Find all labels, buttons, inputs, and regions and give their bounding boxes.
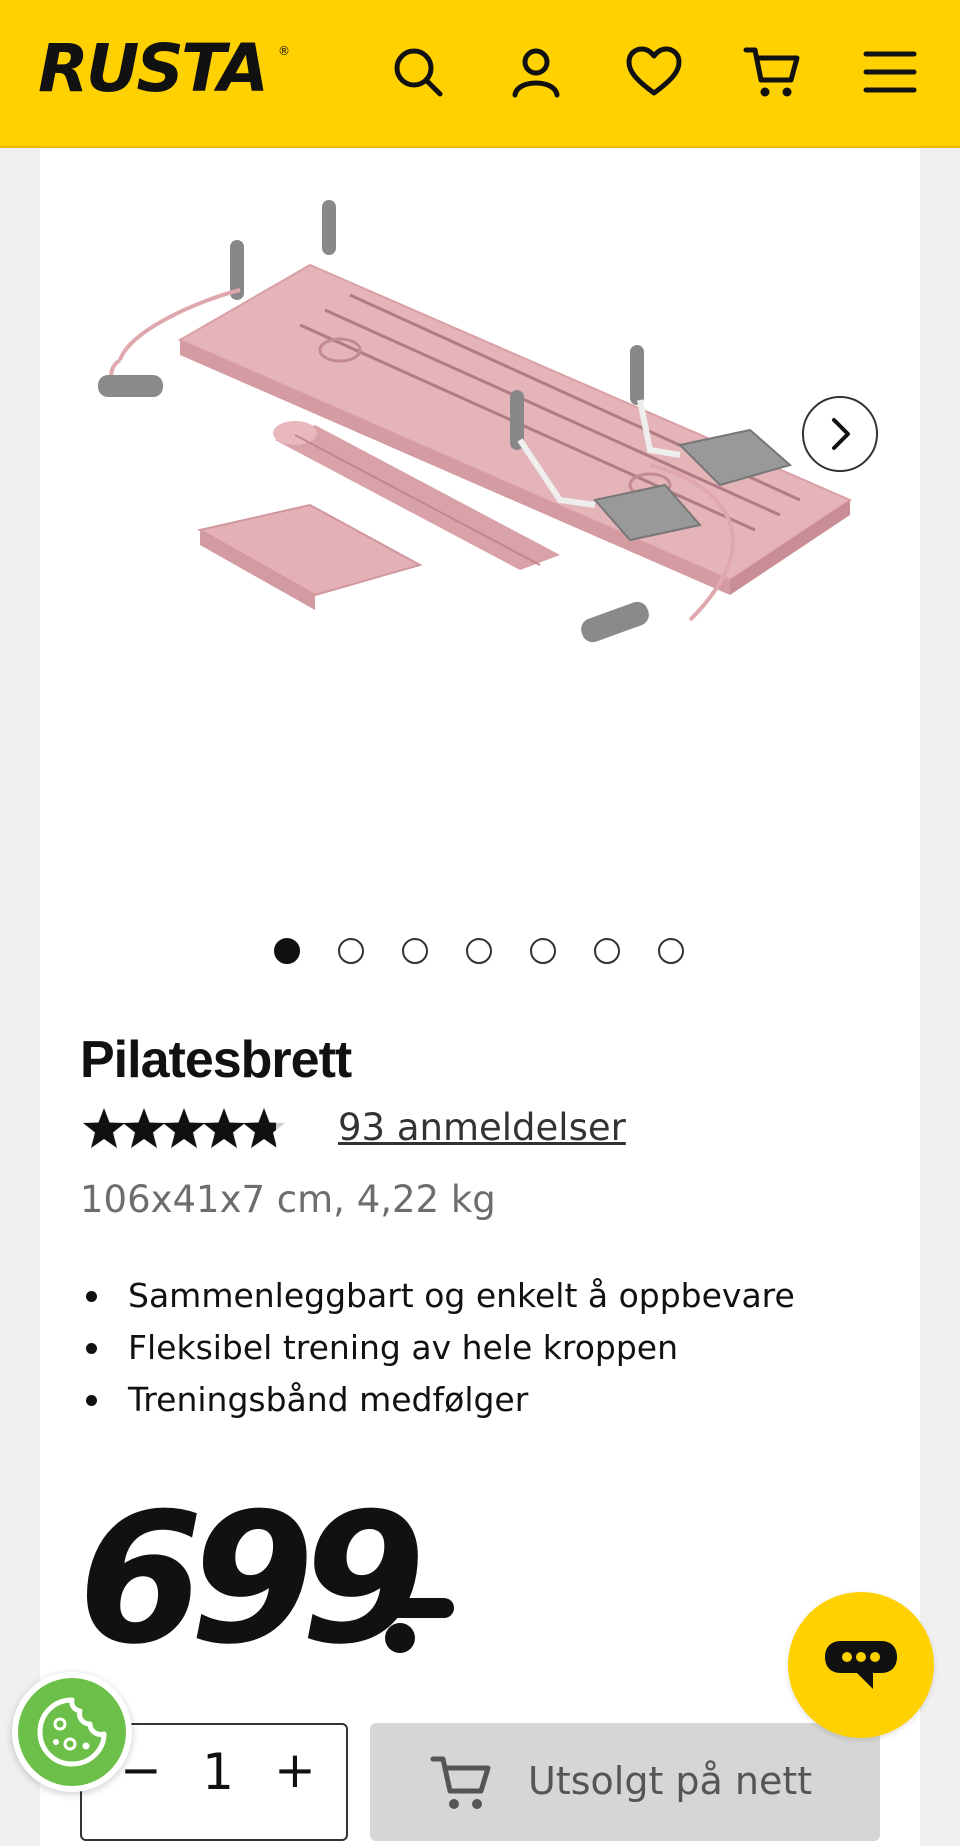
quantity-value[interactable]: 1: [200, 1747, 236, 1797]
gallery-dot[interactable]: [530, 938, 556, 964]
cookie-icon: [37, 1697, 107, 1767]
cart-icon: [430, 1756, 491, 1809]
add-to-cart-label: Utsolgt på nett: [528, 1759, 813, 1803]
feature-item: Fleksibel trening av hele kroppen: [80, 1322, 795, 1374]
feature-list: Sammenleggbart og enkelt å oppbevare Fle…: [80, 1270, 795, 1426]
gallery-dot[interactable]: [274, 938, 300, 964]
gallery-dot[interactable]: [338, 938, 364, 964]
rusta-logo[interactable]: RUSTA: [38, 36, 269, 102]
gallery-dot[interactable]: [658, 938, 684, 964]
add-to-cart-button[interactable]: Utsolgt på nett: [370, 1723, 880, 1841]
product-image[interactable]: [90, 200, 890, 730]
reviews-link[interactable]: 93 anmeldelser: [338, 1106, 626, 1149]
gallery-dot[interactable]: [594, 938, 620, 964]
product-title: Pilatesbrett: [80, 1031, 352, 1089]
gallery-next-button[interactable]: [802, 396, 878, 472]
gallery-dot[interactable]: [466, 938, 492, 964]
rating-stars: [83, 1108, 285, 1148]
chevron-right-icon: [832, 418, 850, 450]
registered-mark: ®: [278, 44, 290, 58]
cart-icon[interactable]: [740, 40, 804, 104]
product-specs: 106x41x7 cm, 4,22 kg: [80, 1178, 496, 1221]
feature-item: Sammenleggbart og enkelt å oppbevare: [80, 1270, 795, 1322]
gallery-dot[interactable]: [402, 938, 428, 964]
chat-bubble-icon: [825, 1641, 897, 1689]
cookie-settings-button[interactable]: [12, 1672, 132, 1792]
heart-icon[interactable]: [622, 40, 686, 104]
price-suffix: [384, 1598, 454, 1653]
account-icon[interactable]: [504, 40, 568, 104]
quantity-increase-button[interactable]: +: [274, 1745, 316, 1795]
menu-icon[interactable]: [858, 40, 922, 104]
chat-button[interactable]: [788, 1592, 934, 1738]
feature-item: Treningsbånd medfølger: [80, 1374, 795, 1426]
site-header: RUSTA ®: [0, 0, 960, 148]
price: 699: [78, 1475, 426, 1684]
search-icon[interactable]: [386, 40, 450, 104]
